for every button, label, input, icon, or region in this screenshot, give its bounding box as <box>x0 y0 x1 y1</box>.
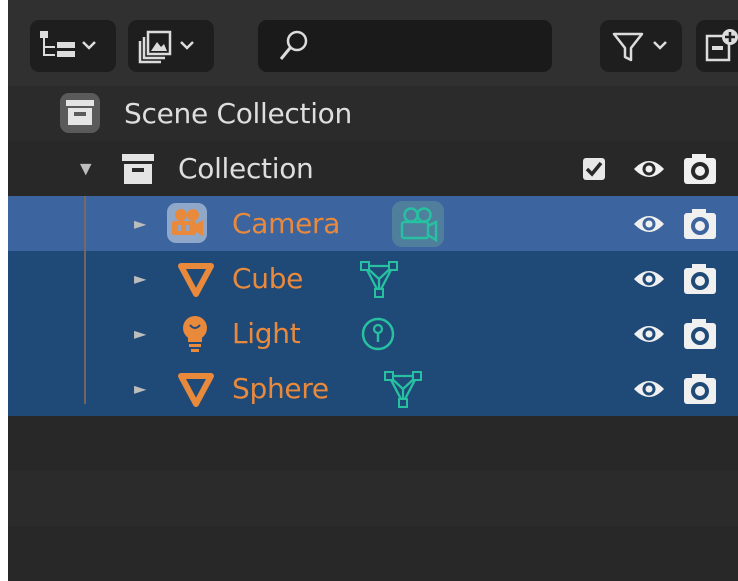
exclude-checkbox[interactable] <box>582 157 606 181</box>
eye-icon[interactable] <box>632 320 666 348</box>
outliner-header <box>8 0 738 86</box>
collapse-triangle-icon[interactable]: ▼ <box>80 161 92 176</box>
outliner-tree-icon <box>40 31 96 57</box>
render-camera-icon[interactable] <box>682 263 718 295</box>
render-camera-icon[interactable] <box>682 318 718 350</box>
render-camera-icon[interactable] <box>682 373 718 405</box>
scene-collection-label: Scene Collection <box>124 96 352 130</box>
image-stack-icon <box>138 30 194 64</box>
eye-icon[interactable] <box>632 210 666 238</box>
eye-icon[interactable] <box>632 265 666 293</box>
outliner-row-sphere[interactable]: ► Sphere <box>8 361 738 416</box>
eye-icon[interactable] <box>632 155 666 183</box>
mesh-icon <box>178 263 214 297</box>
magnifier-icon <box>279 30 308 60</box>
collection-row[interactable]: ▼ Collection <box>8 141 738 196</box>
collection-label: Collection <box>178 151 314 185</box>
outliner-row-camera[interactable]: ► Camera <box>8 196 738 251</box>
object-name-label: Camera <box>232 206 341 240</box>
expand-triangle-icon[interactable]: ► <box>134 215 146 232</box>
object-name-label: Light <box>232 316 301 350</box>
object-name-label: Cube <box>232 261 304 295</box>
scene-collection-row[interactable]: Scene Collection <box>8 86 738 141</box>
empty-row <box>8 526 738 581</box>
mesh-data-icon[interactable] <box>382 369 424 409</box>
outliner-row-light[interactable]: ► Light <box>8 306 738 361</box>
new-collection-button[interactable] <box>696 20 738 72</box>
view-layer-dropdown[interactable] <box>128 20 214 72</box>
camera-data-icon[interactable] <box>391 200 445 248</box>
expand-triangle-icon[interactable]: ► <box>134 325 146 342</box>
mesh-data-icon[interactable] <box>358 259 400 299</box>
funnel-icon <box>612 32 667 62</box>
collection-box-icon <box>122 154 154 184</box>
mesh-icon <box>178 373 214 407</box>
filter-dropdown[interactable] <box>600 20 682 72</box>
new-collection-icon <box>705 29 738 62</box>
camera-icon <box>167 203 207 243</box>
render-camera-icon[interactable] <box>682 208 718 240</box>
eye-icon[interactable] <box>632 375 666 403</box>
empty-row <box>8 471 738 526</box>
empty-row <box>8 416 738 471</box>
search-field[interactable] <box>258 20 552 72</box>
collection-box-icon <box>60 93 100 133</box>
render-camera-icon[interactable] <box>682 153 718 185</box>
outliner-panel: Scene Collection ▼ Collection ► Camera ►… <box>8 0 738 581</box>
display-mode-dropdown[interactable] <box>30 20 116 72</box>
expand-triangle-icon[interactable]: ► <box>134 380 146 397</box>
object-name-label: Sphere <box>232 371 329 405</box>
light-bulb-icon <box>183 316 207 352</box>
expand-triangle-icon[interactable]: ► <box>134 270 146 287</box>
hierarchy-line <box>84 196 86 404</box>
outliner-row-cube[interactable]: ► Cube <box>8 251 738 306</box>
light-data-icon[interactable] <box>358 314 398 354</box>
